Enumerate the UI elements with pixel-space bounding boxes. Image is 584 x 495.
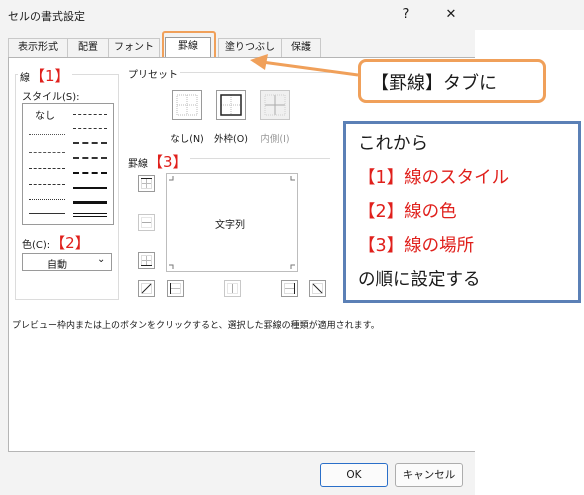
callout-text: 【罫線】タブに xyxy=(371,73,497,94)
note-line-1: これから xyxy=(358,134,428,154)
note-line-5: の順に設定する xyxy=(358,270,481,290)
callout-box: 【罫線】タブに xyxy=(358,59,546,103)
note-line-2: 【1】線のスタイル xyxy=(358,168,510,188)
instruction-note: これから 【1】線のスタイル 【2】線の色 【3】線の場所 の順に設定する xyxy=(343,121,581,303)
note-line-4: 【3】線の場所 xyxy=(358,236,475,256)
note-line-3: 【2】線の色 xyxy=(358,202,457,222)
